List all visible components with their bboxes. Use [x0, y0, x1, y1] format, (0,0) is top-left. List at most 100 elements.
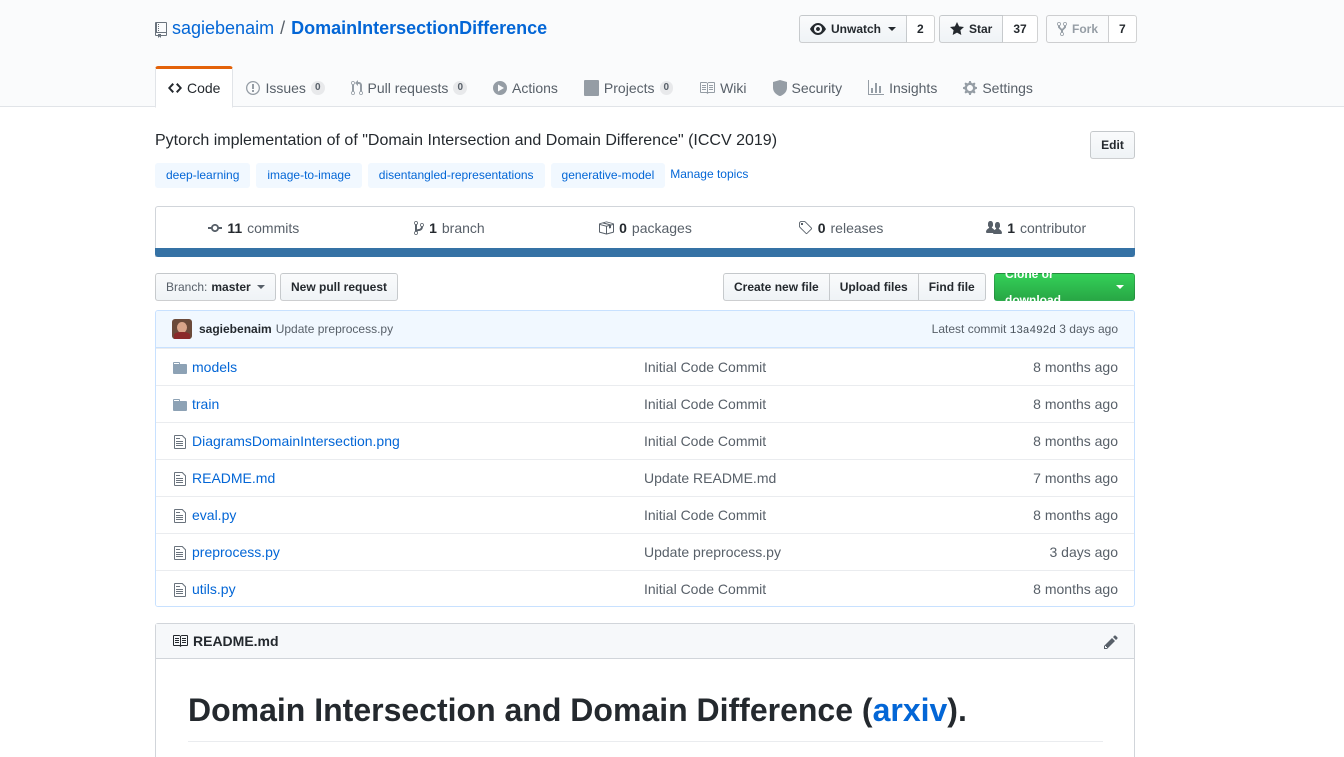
manage-topics-link[interactable]: Manage topics [670, 167, 748, 181]
tab-issues-label: Issues [265, 79, 306, 96]
branches-link[interactable]: 1 branch [352, 207, 548, 248]
issues-counter: 0 [310, 80, 325, 95]
tab-insights[interactable]: Insights [855, 66, 950, 107]
file-name-link[interactable]: train [192, 396, 219, 412]
commits-link[interactable]: 11 commits [156, 207, 352, 248]
project-icon [583, 79, 599, 96]
tab-code[interactable]: Code [155, 66, 234, 108]
repo-name-link[interactable]: DomainIntersectionDifference [291, 18, 547, 39]
projects-counter: 0 [659, 80, 674, 95]
releases-count: 0 [817, 219, 826, 236]
commit-author-link[interactable]: sagiebenaim [199, 322, 272, 336]
fork-group: Fork 7 [1046, 15, 1137, 43]
chevron-down-icon [1116, 285, 1124, 289]
clone-or-download-button[interactable]: Clone or download [994, 267, 1135, 307]
commit-message-link[interactable]: Update preprocess.py [276, 322, 393, 336]
fork-button[interactable]: Fork [1046, 15, 1110, 43]
branches-label: branch [441, 219, 485, 236]
commit-sha-link[interactable]: 13a492d [1010, 325, 1056, 337]
latest-commit-bar: sagiebenaim Update preprocess.py Latest … [156, 311, 1134, 348]
file-commit-message-link[interactable]: Update preprocess.py [644, 544, 781, 560]
repo-owner-link[interactable]: sagiebenaim [172, 18, 274, 39]
fork-count[interactable]: 7 [1109, 15, 1137, 43]
topic-tag[interactable]: generative-model [550, 163, 666, 188]
tab-wiki[interactable]: Wiki [686, 66, 759, 107]
file-actions-group: Create new file Upload files Find file [723, 273, 986, 301]
table-row: models Initial Code Commit 8 months ago [156, 348, 1134, 385]
tab-pull-requests-label: Pull requests [367, 79, 449, 96]
gear-icon [963, 80, 978, 95]
create-new-file-button[interactable]: Create new file [723, 273, 830, 301]
new-pull-request-button[interactable]: New pull request [280, 273, 399, 301]
watch-count[interactable]: 2 [907, 15, 935, 43]
repo-description: Pytorch implementation of of "Domain Int… [155, 132, 778, 149]
branches-count: 1 [429, 219, 437, 236]
branch-select-button[interactable]: Branch: master [155, 273, 276, 301]
table-row: README.md Update README.md 7 months ago [156, 459, 1134, 496]
file-commit-message-link[interactable]: Initial Code Commit [644, 359, 766, 375]
tab-security-label: Security [791, 79, 843, 96]
file-list: sagiebenaim Update preprocess.py Latest … [155, 310, 1135, 607]
file-name-link[interactable]: utils.py [192, 581, 236, 597]
tab-pull-requests[interactable]: Pull requests 0 [338, 66, 481, 107]
tab-actions[interactable]: Actions [480, 66, 571, 107]
table-row: eval.py Initial Code Commit 8 months ago [156, 496, 1134, 533]
file-name-link[interactable]: DiagramsDomainIntersection.png [192, 433, 400, 449]
pencil-icon[interactable] [1104, 634, 1118, 650]
path-separator: / [280, 17, 286, 38]
file-commit-message-link[interactable]: Update README.md [644, 470, 776, 486]
play-icon [493, 80, 507, 95]
contributors-label: contributor [1019, 219, 1087, 236]
releases-link[interactable]: 0 releases [743, 207, 939, 248]
file-name-link[interactable]: README.md [192, 470, 275, 486]
file-commit-message-link[interactable]: Initial Code Commit [644, 507, 766, 523]
graph-icon [868, 79, 885, 95]
topic-tag[interactable]: disentangled-representations [367, 163, 545, 188]
star-button[interactable]: Star [939, 15, 1004, 43]
file-age: 7 months ago [1033, 470, 1118, 486]
file-name-link[interactable]: models [192, 359, 237, 375]
repo-icon [155, 22, 167, 38]
packages-link[interactable]: 0 packages [547, 207, 743, 248]
file-commit-message-link[interactable]: Initial Code Commit [644, 581, 766, 597]
table-row: preprocess.py Update preprocess.py 3 day… [156, 533, 1134, 570]
watch-group: Unwatch 2 [799, 15, 935, 43]
topic-tag[interactable]: deep-learning [155, 163, 251, 188]
star-count[interactable]: 37 [1003, 15, 1038, 43]
tab-issues[interactable]: Issues 0 [233, 66, 337, 107]
tab-settings-label: Settings [982, 79, 1033, 96]
clone-label: Clone or download [1005, 267, 1061, 307]
pull-request-icon [350, 79, 363, 95]
edit-description-button[interactable]: Edit [1090, 131, 1135, 159]
upload-files-button[interactable]: Upload files [828, 273, 919, 301]
tab-settings[interactable]: Settings [950, 66, 1046, 107]
find-file-button[interactable]: Find file [917, 273, 986, 301]
package-icon [599, 221, 615, 234]
file-name-link[interactable]: eval.py [192, 507, 236, 523]
tab-projects[interactable]: Projects 0 [571, 66, 686, 107]
tab-security[interactable]: Security [760, 66, 856, 107]
avatar[interactable] [172, 319, 192, 339]
language-bar[interactable] [155, 248, 1135, 257]
file-icon [174, 583, 186, 597]
file-name-link[interactable]: preprocess.py [192, 544, 280, 560]
tag-icon [798, 220, 812, 234]
repo-title: sagiebenaim / DomainIntersectionDifferen… [155, 16, 547, 40]
issue-icon [246, 80, 261, 95]
file-navigation: Branch: master New pull request Create n… [155, 267, 1135, 307]
file-age: 8 months ago [1033, 396, 1118, 412]
book-icon [700, 81, 716, 94]
star-group: Star 37 [939, 15, 1038, 43]
unwatch-button[interactable]: Unwatch [799, 15, 908, 43]
file-age: 8 months ago [1033, 581, 1118, 597]
latest-commit-prefix: Latest commit [931, 322, 1007, 336]
contributors-link[interactable]: 1 contributor [938, 207, 1134, 248]
numbers-summary: 11 commits 1 branch 0 packages 0 release… [155, 206, 1135, 257]
file-commit-message-link[interactable]: Initial Code Commit [644, 396, 766, 412]
file-commit-message-link[interactable]: Initial Code Commit [644, 433, 766, 449]
file-icon [174, 546, 186, 560]
topic-tag[interactable]: image-to-image [256, 163, 362, 188]
readme-heading: Domain Intersection and Domain Differenc… [188, 692, 967, 729]
commit-age: 3 days ago [1059, 322, 1118, 336]
arxiv-link[interactable]: arxiv [873, 692, 948, 728]
